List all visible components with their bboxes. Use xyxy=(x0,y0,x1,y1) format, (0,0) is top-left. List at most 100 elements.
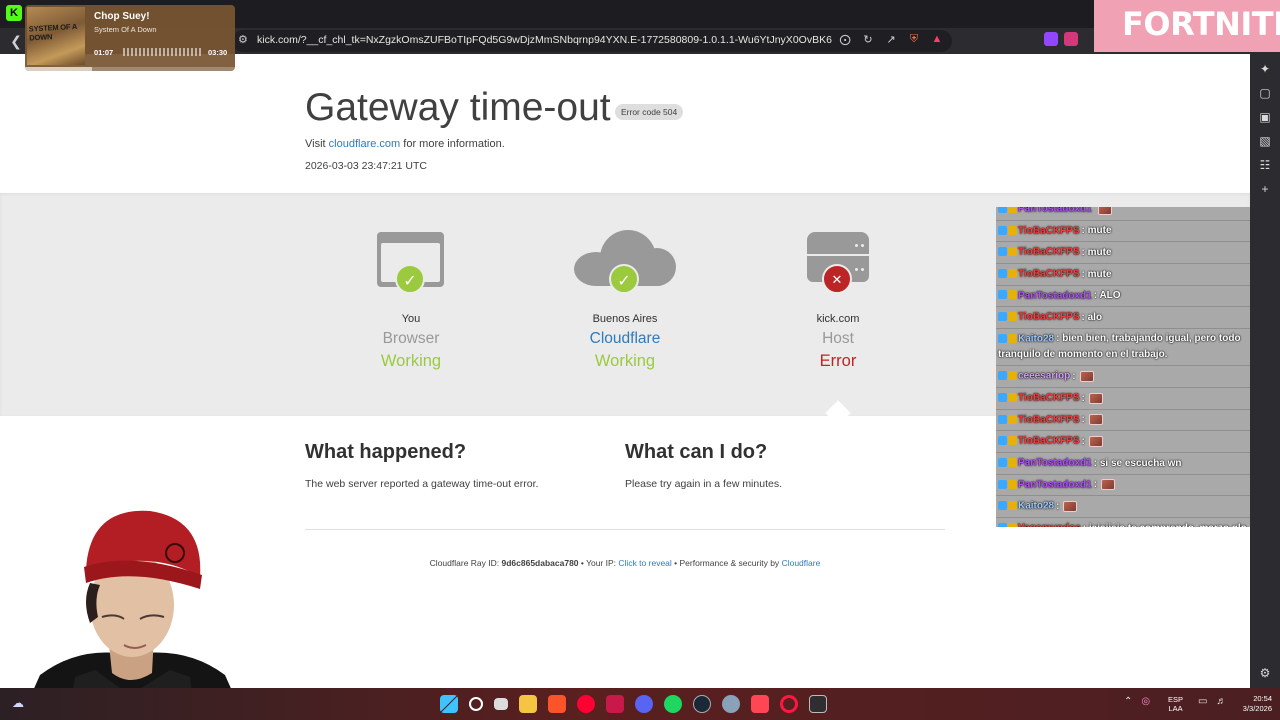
search-icon[interactable] xyxy=(469,697,483,711)
chat-message: PanTostadoxd1: si se escucha wn xyxy=(996,453,1250,475)
chat-username[interactable]: PanTostadoxd1 xyxy=(1018,458,1092,469)
youtube-music-icon[interactable] xyxy=(577,695,595,713)
server-graphic: ✕ xyxy=(738,230,938,310)
taskbar-clock[interactable]: 20:54 3/3/2026 xyxy=(1226,694,1272,714)
media-icon[interactable]: ▢ xyxy=(1258,86,1272,100)
node-kind[interactable]: Cloudflare xyxy=(525,328,725,350)
translate-icon[interactable]: ⨀ xyxy=(838,33,852,46)
chat-badges xyxy=(998,412,1018,428)
weather-icon[interactable]: ☁ xyxy=(12,696,28,710)
language-code: ESP xyxy=(1168,695,1184,704)
volume-icon[interactable]: ♬ xyxy=(1216,696,1226,707)
chat-text: : xyxy=(1081,436,1085,448)
chat-username[interactable]: ceeesariop xyxy=(1018,371,1070,382)
bookmarks-icon[interactable]: ▧ xyxy=(1258,134,1272,148)
node-host: ✕ kick.com Host Error xyxy=(738,230,938,372)
chat-badges xyxy=(998,433,1018,449)
chat-username[interactable]: Vagomundos xyxy=(1018,523,1081,527)
chat-username[interactable]: PanTostadoxd1 xyxy=(1018,479,1092,490)
brave-browser-icon[interactable] xyxy=(548,695,566,713)
chat-username[interactable]: TioBaCKFPS xyxy=(1018,436,1080,447)
node-status: Working xyxy=(594,352,656,370)
settings-icon[interactable] xyxy=(722,695,740,713)
url-text[interactable]: kick.com/?__cf_chl_tk=NxZgzkOmsZUFBoTIpF… xyxy=(257,34,832,46)
chat-text: : xyxy=(1081,414,1085,426)
valorant-icon[interactable] xyxy=(751,695,769,713)
browser-sidebar: ✦ ▢ ▣ ▧ ☷ + ⚙ xyxy=(1250,54,1280,688)
node-location: Buenos Aires xyxy=(592,313,658,325)
album-art: SYSTEM OF A DOWN xyxy=(27,7,85,65)
chat-badge-icon xyxy=(998,290,1007,300)
wallet-icon[interactable]: ▣ xyxy=(1258,110,1272,124)
fortnite-logo-text: FORTNITE xyxy=(1122,5,1280,43)
chat-username[interactable]: TioBaCKFPS xyxy=(1018,414,1080,425)
keyboard-layout: LAA xyxy=(1168,704,1183,713)
tray-overflow-icon[interactable]: ⌃ xyxy=(1124,696,1132,707)
back-button[interactable]: ❮ xyxy=(6,31,26,51)
extension-shield-icon[interactable] xyxy=(1064,32,1078,46)
chat-badges xyxy=(998,498,1018,514)
chat-badge-icon xyxy=(1008,501,1017,511)
spotify-icon[interactable] xyxy=(664,695,682,713)
chat-badge-icon xyxy=(1008,247,1017,257)
language-indicator[interactable]: ESP LAA xyxy=(1168,695,1183,713)
history-icon[interactable]: ↻ xyxy=(861,33,875,46)
reading-list-icon[interactable]: ☷ xyxy=(1258,158,1272,172)
add-panel-icon[interactable]: + xyxy=(1258,182,1272,196)
sidebar-settings-icon[interactable]: ⚙ xyxy=(1258,666,1272,680)
chat-username[interactable]: TioBaCKFPS xyxy=(1018,247,1080,258)
discord-icon[interactable] xyxy=(635,695,653,713)
chat-badge-icon xyxy=(1008,436,1017,446)
chat-badge-icon xyxy=(1008,268,1017,278)
node-kind: Browser xyxy=(382,330,440,347)
chat-badge-icon xyxy=(998,501,1007,511)
cloudflare-link[interactable]: cloudflare.com xyxy=(329,138,401,150)
chat-badges xyxy=(998,207,1018,217)
visit-suffix: for more information. xyxy=(403,138,505,150)
network-icon[interactable]: ▭ xyxy=(1198,696,1207,707)
chat-username[interactable]: Kaito28 xyxy=(1018,501,1054,512)
chat-badge-icon xyxy=(998,247,1007,257)
chat-badge-icon xyxy=(998,457,1007,467)
chat-text: : mute xyxy=(1081,246,1112,258)
song-progress-fill xyxy=(25,67,93,71)
affinity-icon[interactable] xyxy=(606,695,624,713)
chat-message: PanTostadoxd1: xyxy=(996,474,1250,497)
chat-badges xyxy=(998,266,1018,282)
chat-message: TioBaCKFPS: mute xyxy=(996,242,1250,264)
file-explorer-icon[interactable] xyxy=(519,695,537,713)
chat-badges xyxy=(998,390,1018,406)
steam-icon[interactable] xyxy=(693,695,711,713)
extension-twitch-icon[interactable] xyxy=(1044,32,1058,46)
task-view-icon[interactable] xyxy=(494,698,508,710)
chat-username[interactable]: TioBaCKFPS xyxy=(1018,225,1080,236)
chat-message: TioBaCKFPS: alo xyxy=(996,307,1250,329)
chat-badge-icon xyxy=(998,225,1007,235)
chat-badge-icon xyxy=(998,436,1007,446)
microphone-icon[interactable]: ◎ xyxy=(1141,696,1150,707)
chat-username[interactable]: TioBaCKFPS xyxy=(1018,393,1080,404)
brave-rewards-icon[interactable]: ▲ xyxy=(930,33,944,46)
chat-message: Vagomundos: jajajjaja te comprendo, marz… xyxy=(996,517,1250,527)
chat-badge-icon xyxy=(998,371,1007,381)
brave-shield-icon[interactable]: ⛨ xyxy=(907,33,921,46)
site-settings-icon[interactable]: ⚙ xyxy=(238,33,248,46)
obs-icon[interactable] xyxy=(809,695,827,713)
chat-username[interactable]: PanTostadoxd1 xyxy=(1018,207,1092,215)
chat-username[interactable]: PanTostadoxd1 xyxy=(1018,290,1092,301)
opera-gx-icon[interactable] xyxy=(780,695,798,713)
perf-label: • Performance & security by xyxy=(674,558,780,568)
cloudflare-footer-link[interactable]: Cloudflare xyxy=(782,558,821,568)
chat-username[interactable]: Kaito28 xyxy=(1018,333,1054,344)
song-title: Chop Suey! xyxy=(94,11,150,22)
leo-ai-icon[interactable]: ✦ xyxy=(1258,62,1272,76)
chat-username[interactable]: TioBaCKFPS xyxy=(1018,312,1080,323)
share-icon[interactable]: ↗ xyxy=(884,33,898,46)
address-bar[interactable]: ⚙ kick.com/?__cf_chl_tk=NxZgzkOmsZUFBoTI… xyxy=(232,30,952,52)
reveal-ip-link[interactable]: Click to reveal xyxy=(618,558,671,568)
start-button[interactable] xyxy=(440,695,458,713)
chat-badge-icon xyxy=(1008,312,1017,322)
chat-username[interactable]: TioBaCKFPS xyxy=(1018,269,1080,280)
kick-tab-icon[interactable]: K xyxy=(6,5,22,21)
error-timestamp: 2026-03-03 23:47:21 UTC xyxy=(305,160,427,172)
